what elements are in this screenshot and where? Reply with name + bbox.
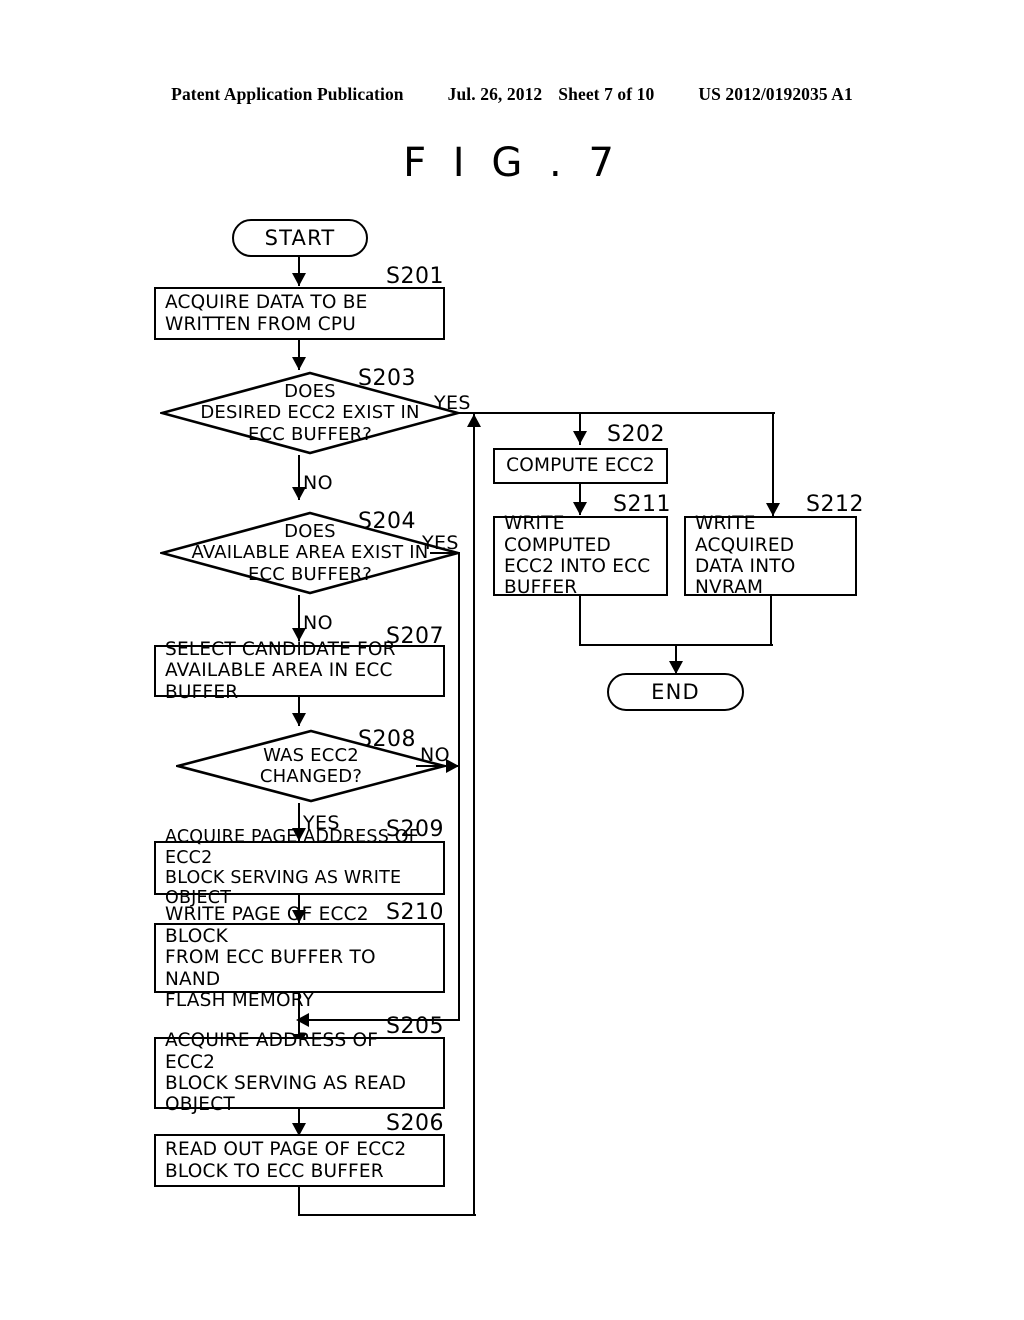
connector-return-bottom xyxy=(298,1214,476,1217)
arrowhead-s208-no xyxy=(446,759,459,773)
flowchart-canvas: START S201 ACQUIRE DATA TO BE WRITTEN FR… xyxy=(0,0,1024,1320)
terminal-start-label: START xyxy=(264,226,336,250)
process-box-s210: WRITE PAGE OF ECC2 BLOCK FROM ECC BUFFER… xyxy=(154,904,445,1011)
branch-label-s203-no: NO xyxy=(303,472,333,494)
step-label-s202: S202 xyxy=(607,422,665,447)
process-box-s211: WRITE COMPUTED ECC2 INTO ECC BUFFER xyxy=(493,513,668,599)
decision-diamond-s208: WAS ECC2 CHANGED? xyxy=(176,729,446,803)
arrowhead-return-to-s203-yes-line xyxy=(467,414,481,427)
arrowhead-start-to-s201 xyxy=(292,273,306,286)
connector-s212-down xyxy=(770,596,773,646)
process-text-s207: SELECT CANDIDATE FOR AVAILABLE AREA IN E… xyxy=(165,638,396,703)
process-box-s206: READ OUT PAGE OF ECC2 BLOCK TO ECC BUFFE… xyxy=(154,1134,445,1187)
process-text-s202: COMPUTE ECC2 xyxy=(506,455,655,477)
process-text-s206: READ OUT PAGE OF ECC2 BLOCK TO ECC BUFFE… xyxy=(165,1139,407,1182)
decision-text-s203: DOES DESIRED ECC2 EXIST IN ECC BUFFER? xyxy=(200,381,420,445)
arrowhead-s207-to-s208 xyxy=(292,713,306,726)
process-text-s212: WRITE ACQUIRED DATA INTO NVRAM xyxy=(695,513,796,599)
process-text-s205: ACQUIRE ADDRESS OF ECC2 BLOCK SERVING AS… xyxy=(165,1030,407,1116)
process-box-s201: ACQUIRE DATA TO BE WRITTEN FROM CPU xyxy=(154,287,445,340)
branch-label-s204-no: NO xyxy=(303,612,333,634)
process-box-s202: COMPUTE ECC2 xyxy=(493,448,668,484)
arrowhead-s201-to-s203 xyxy=(292,357,306,370)
arrowhead-s203-to-s204 xyxy=(292,487,306,500)
terminal-end: END xyxy=(607,673,744,711)
decision-diamond-s204: DOES AVAILABLE AREA EXIST IN ECC BUFFER? xyxy=(160,511,460,595)
connector-s211-down xyxy=(579,596,582,646)
process-text-s201: ACQUIRE DATA TO BE WRITTEN FROM CPU xyxy=(165,292,368,335)
process-box-s205: ACQUIRE ADDRESS OF ECC2 BLOCK SERVING AS… xyxy=(154,1030,445,1115)
connector-s203-yes xyxy=(458,412,775,415)
connector-return-rail xyxy=(473,412,476,1216)
decision-diamond-s203: DOES DESIRED ECC2 EXIST IN ECC BUFFER? xyxy=(160,371,460,455)
terminal-end-label: END xyxy=(651,680,700,704)
connector-s206-down xyxy=(298,1187,301,1216)
process-box-s207: SELECT CANDIDATE FOR AVAILABLE AREA IN E… xyxy=(154,639,445,703)
arrowhead-yes-to-s202 xyxy=(573,431,587,444)
decision-text-s204: DOES AVAILABLE AREA EXIST IN ECC BUFFER? xyxy=(191,521,429,585)
process-box-s212: WRITE ACQUIRED DATA INTO NVRAM xyxy=(684,513,857,599)
connector-s204-yes-horizontal xyxy=(430,552,460,555)
step-label-s201: S201 xyxy=(386,264,444,289)
branch-label-s204-yes: YES xyxy=(422,532,459,554)
decision-text-s208: WAS ECC2 CHANGED? xyxy=(259,744,363,787)
branch-label-s203-yes: YES xyxy=(434,392,471,414)
step-label-s206: S206 xyxy=(386,1111,444,1136)
process-text-s211: WRITE COMPUTED ECC2 INTO ECC BUFFER xyxy=(504,513,651,599)
process-box-s209: ACQUIRE PAGE ADDRESS OF ECC2 BLOCK SERVI… xyxy=(154,827,445,908)
connector-s204-yes-vertical xyxy=(458,552,461,1021)
terminal-start: START xyxy=(232,219,368,257)
